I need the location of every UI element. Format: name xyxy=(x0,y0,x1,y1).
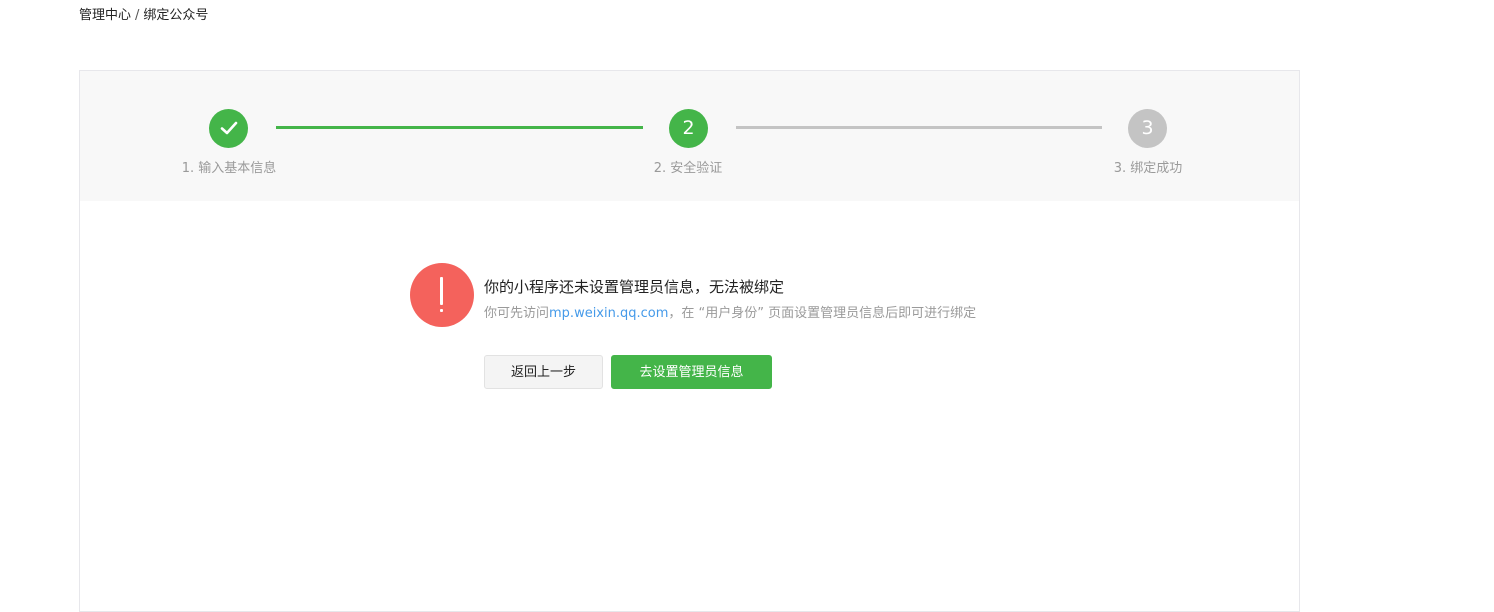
step-1-label: 1. 输入基本信息 xyxy=(181,161,277,176)
message-description: 你可先访问mp.weixin.qq.com，在 “用户身份” 页面设置管理员信息… xyxy=(484,302,976,321)
step-line-2 xyxy=(736,126,1102,129)
step-1-check-icon xyxy=(209,109,248,148)
message-desc-suffix: ，在 “用户身份” 页面设置管理员信息后即可进行绑定 xyxy=(668,306,977,321)
breadcrumb-root[interactable]: 管理中心 xyxy=(79,8,131,23)
set-admin-info-button[interactable]: 去设置管理员信息 xyxy=(611,355,772,389)
step-2-circle: 2 xyxy=(669,109,708,148)
breadcrumb-current: 绑定公众号 xyxy=(143,8,209,23)
mp-weixin-link[interactable]: mp.weixin.qq.com xyxy=(549,306,668,321)
exclamation-icon xyxy=(410,263,474,327)
step-progress: 2 3 1. 输入基本信息 2. 安全验证 3. 绑定成功 xyxy=(80,71,1299,201)
step-line-1 xyxy=(276,126,643,129)
message-desc-prefix: 你可先访问 xyxy=(484,306,550,321)
bind-card: 2 3 1. 输入基本信息 2. 安全验证 3. 绑定成功 你的小程序还未设置管… xyxy=(79,70,1300,612)
step-3-label: 3. 绑定成功 xyxy=(1113,161,1183,176)
step-3-circle: 3 xyxy=(1128,109,1167,148)
message-title: 你的小程序还未设置管理员信息，无法被绑定 xyxy=(484,278,785,296)
back-button[interactable]: 返回上一步 xyxy=(484,355,603,389)
breadcrumb: 管理中心 / 绑定公众号 xyxy=(79,7,208,25)
step-2-label: 2. 安全验证 xyxy=(653,161,723,176)
breadcrumb-separator: / xyxy=(135,8,140,23)
